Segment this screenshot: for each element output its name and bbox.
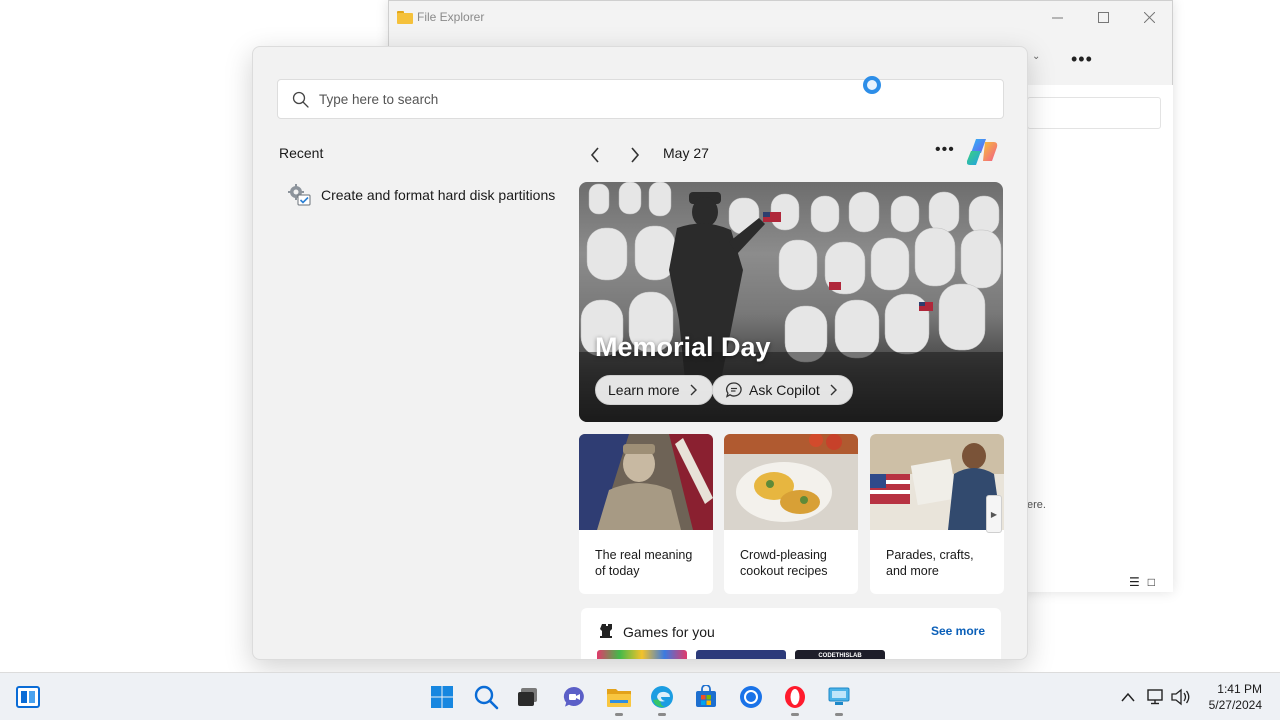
recent-heading: Recent: [279, 145, 324, 161]
file-explorer-icon: [607, 689, 631, 707]
clock-date: 5/27/2024: [1208, 698, 1262, 712]
ask-copilot-button[interactable]: Ask Copilot: [712, 375, 853, 405]
running-indicator: [615, 713, 623, 716]
start-icon: [431, 686, 453, 708]
crafts-photo: [870, 434, 1004, 530]
news-card[interactable]: The real meaning of today: [579, 434, 713, 594]
scroll-right-button[interactable]: ▶: [986, 495, 1002, 533]
opera-icon: [785, 686, 805, 708]
recent-item[interactable]: Create and format hard disk partitions: [287, 183, 555, 207]
games-panel: Games for you See more CODETHISLAB: [581, 608, 1001, 659]
chevron-up-icon[interactable]: [1120, 691, 1136, 703]
file-explorer-search-input[interactable]: [1027, 97, 1161, 129]
veteran-photo: [579, 434, 713, 530]
taskbar-search-button[interactable]: [472, 683, 500, 711]
card-title: Parades, crafts, and more: [886, 548, 974, 578]
start-button[interactable]: [428, 683, 456, 711]
chevron-right-icon: [690, 384, 697, 396]
chevron-left-icon: [590, 147, 599, 163]
opera-button[interactable]: [781, 683, 809, 711]
ask-copilot-label: Ask Copilot: [749, 382, 820, 398]
food-photo: [724, 434, 858, 530]
highlight-date: May 27: [663, 145, 709, 161]
file-explorer-content[interactable]: ere. ☰ □: [1027, 85, 1173, 592]
learn-more-button[interactable]: Learn more: [595, 375, 713, 405]
running-indicator: [835, 713, 843, 716]
close-button[interactable]: [1126, 1, 1172, 33]
running-indicator: [658, 713, 666, 716]
file-explorer-button[interactable]: [605, 683, 633, 711]
search-box[interactable]: [277, 79, 1004, 119]
running-indicator: [791, 713, 799, 716]
games-heading: Games for you: [623, 624, 715, 640]
game-thumbnail[interactable]: [597, 650, 687, 659]
memorial-day-hero-card[interactable]: Memorial Day Learn more Ask Copilot: [579, 182, 1003, 422]
chrome-button[interactable]: [737, 683, 765, 711]
game-thumbnail[interactable]: CODETHISLAB: [795, 650, 885, 659]
store-button[interactable]: [692, 683, 720, 711]
busy-cursor-icon: [863, 76, 881, 94]
next-button[interactable]: [623, 143, 647, 167]
empty-folder-text: ere.: [1027, 499, 1046, 511]
widgets-icon[interactable]: [16, 685, 40, 709]
search-flyout: Recent Create and format hard disk parti…: [252, 46, 1028, 660]
game-piece-icon: [600, 624, 612, 638]
teams-chat-button[interactable]: [560, 683, 588, 711]
clock[interactable]: 1:41 PM 5/27/2024: [1209, 681, 1262, 713]
chevron-right-icon: [830, 384, 837, 396]
more-options-button[interactable]: •••: [935, 141, 955, 159]
remote-desktop-icon: [828, 687, 850, 705]
edge-icon: [651, 686, 673, 708]
see-more-link[interactable]: See more: [931, 624, 985, 638]
task-view-button[interactable]: [514, 683, 542, 711]
chevron-right-icon: [631, 147, 640, 163]
hero-title: Memorial Day: [595, 332, 771, 362]
clock-time: 1:41 PM: [1217, 682, 1262, 696]
taskbar: 1:41 PM 5/27/2024: [0, 672, 1280, 720]
chevron-down-icon[interactable]: ⌄: [1032, 51, 1040, 62]
chrome-icon: [740, 686, 762, 708]
game-thumbnail-caption: CODETHISLAB: [818, 653, 862, 659]
close-icon: [1143, 11, 1155, 23]
window-title: File Explorer: [417, 10, 485, 24]
remote-desktop-button[interactable]: [825, 683, 853, 711]
chat-bubble-icon: [725, 382, 742, 398]
search-input[interactable]: [319, 91, 919, 107]
see-more-button[interactable]: •••: [1071, 49, 1093, 70]
card-title: Crowd-pleasing cookout recipes: [740, 548, 828, 578]
search-icon: [474, 685, 499, 710]
learn-more-label: Learn more: [608, 382, 680, 398]
task-view-icon: [518, 688, 537, 706]
maximize-button[interactable]: [1080, 1, 1126, 33]
system-tray: [1120, 685, 1190, 709]
network-icon[interactable]: [1146, 688, 1166, 706]
details-view-icon[interactable]: ☰: [1129, 575, 1140, 589]
volume-icon[interactable]: [1170, 688, 1190, 706]
store-icon: [696, 685, 716, 707]
disk-management-icon: [288, 184, 311, 206]
tiles-view-icon[interactable]: □: [1148, 575, 1155, 589]
game-thumbnail[interactable]: [696, 650, 786, 659]
news-card[interactable]: Crowd-pleasing cookout recipes: [724, 434, 858, 594]
card-title: The real meaning of today: [595, 548, 693, 578]
folder-icon: [397, 10, 413, 24]
minimize-icon: [1051, 17, 1063, 18]
maximize-icon: [1097, 11, 1109, 23]
teams-chat-icon: [563, 686, 584, 707]
minimize-button[interactable]: [1034, 1, 1080, 33]
previous-button[interactable]: [583, 143, 607, 167]
search-icon: [292, 91, 309, 108]
recent-item-label: Create and format hard disk partitions: [321, 187, 556, 203]
caret-right-icon: ▶: [990, 509, 998, 519]
edge-button[interactable]: [648, 683, 676, 711]
news-card[interactable]: Parades, crafts, and more: [870, 434, 1004, 594]
copilot-icon[interactable]: [967, 137, 999, 167]
